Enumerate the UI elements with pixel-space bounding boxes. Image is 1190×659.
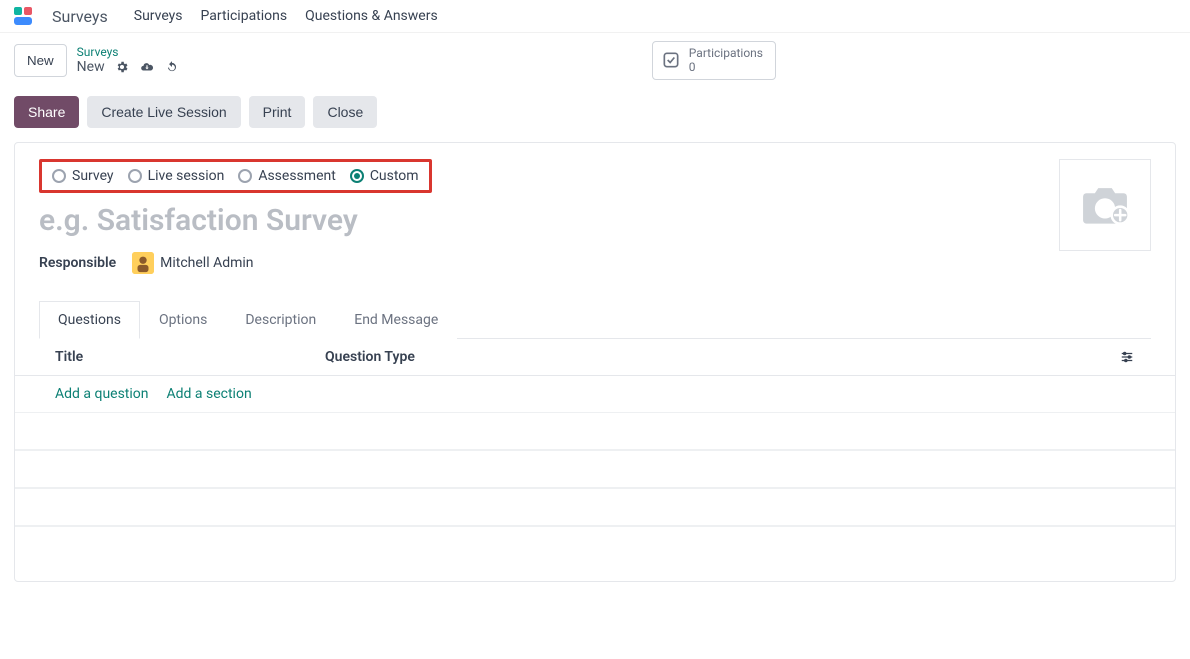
radio-survey[interactable]: Survey (52, 168, 114, 184)
cloud-download-icon[interactable] (139, 60, 155, 74)
radio-icon (350, 169, 364, 183)
tab-end-message[interactable]: End Message (335, 301, 457, 339)
tab-bar: Questions Options Description End Messag… (39, 300, 1151, 338)
table-row (15, 488, 1175, 526)
questions-table-header: Title Question Type (15, 339, 1175, 375)
sliders-icon[interactable] (1119, 350, 1135, 364)
action-bar: Share Create Live Session Print Close (0, 88, 1190, 142)
new-button[interactable]: New (14, 44, 67, 77)
survey-type-radio-group: Survey Live session Assessment Custom (39, 159, 432, 193)
tab-questions[interactable]: Questions (39, 301, 140, 339)
participations-stat-button[interactable]: Participations 0 (652, 41, 776, 80)
share-button[interactable]: Share (14, 96, 79, 128)
breadcrumb-current: New (77, 59, 105, 75)
radio-assessment[interactable]: Assessment (238, 168, 335, 184)
radio-label: Survey (72, 168, 114, 184)
radio-label: Assessment (258, 168, 335, 184)
breadcrumb: Surveys New (77, 45, 179, 75)
radio-live-session[interactable]: Live session (128, 168, 225, 184)
table-row (15, 450, 1175, 488)
radio-icon (238, 169, 252, 183)
nav-participations[interactable]: Participations (201, 8, 288, 24)
radio-label: Live session (148, 168, 225, 184)
questions-add-row: Add a question Add a section (15, 376, 1175, 412)
checklist-icon (661, 50, 681, 70)
participations-label: Participations (689, 46, 763, 60)
participations-count: 0 (689, 60, 763, 74)
control-bar: New Surveys New Participations 0 (0, 33, 1190, 88)
column-question-type: Question Type (325, 349, 1119, 365)
gear-icon[interactable] (115, 60, 129, 74)
radio-label: Custom (370, 168, 419, 184)
nav-questions-answers[interactable]: Questions & Answers (305, 8, 438, 24)
responsible-label: Responsible (39, 255, 116, 271)
table-row (15, 412, 1175, 450)
column-title: Title (55, 349, 325, 365)
radio-icon (52, 169, 66, 183)
responsible-name: Mitchell Admin (160, 255, 253, 271)
add-section-link[interactable]: Add a section (167, 386, 252, 402)
tab-description[interactable]: Description (226, 301, 335, 339)
close-button[interactable]: Close (313, 96, 377, 128)
top-nav: Surveys Surveys Participations Questions… (0, 0, 1190, 33)
undo-icon[interactable] (165, 60, 179, 74)
responsible-value[interactable]: Mitchell Admin (132, 252, 253, 274)
avatar (132, 252, 154, 274)
camera-plus-icon (1078, 183, 1132, 227)
create-live-session-button[interactable]: Create Live Session (87, 96, 240, 128)
empty-rows (15, 412, 1175, 564)
responsible-field: Responsible Mitchell Admin (39, 252, 1151, 274)
table-row (15, 526, 1175, 564)
print-button[interactable]: Print (249, 96, 306, 128)
survey-title-input[interactable]: e.g. Satisfaction Survey (39, 203, 1151, 238)
app-logo-icon (14, 6, 34, 26)
app-name: Surveys (52, 7, 108, 26)
radio-custom[interactable]: Custom (350, 168, 419, 184)
tab-options[interactable]: Options (140, 301, 226, 339)
radio-icon (128, 169, 142, 183)
form-sheet: Survey Live session Assessment Custom e.… (14, 142, 1176, 582)
image-upload[interactable] (1059, 159, 1151, 251)
nav-surveys[interactable]: Surveys (134, 8, 183, 24)
add-question-link[interactable]: Add a question (55, 386, 149, 402)
breadcrumb-root[interactable]: Surveys (77, 45, 179, 59)
